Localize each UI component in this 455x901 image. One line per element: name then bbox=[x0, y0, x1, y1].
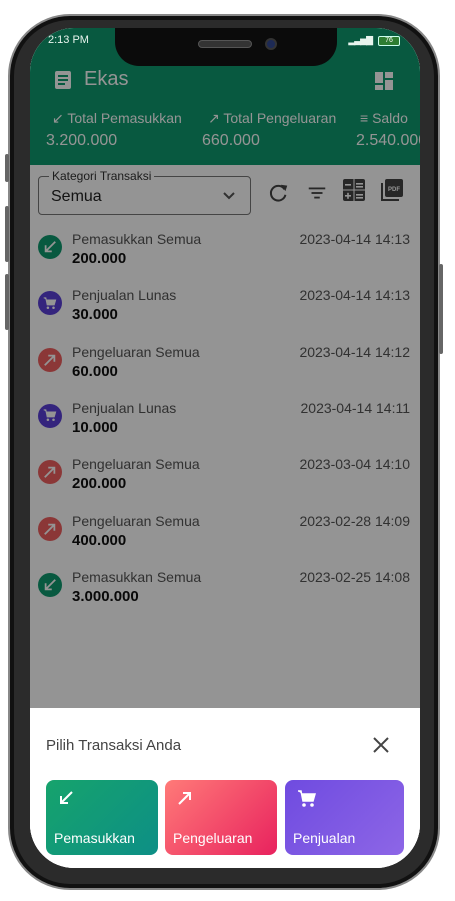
battery-icon: 76 bbox=[378, 36, 400, 46]
modal-backdrop[interactable] bbox=[30, 28, 420, 708]
mute-switch bbox=[5, 154, 9, 182]
volume-up-button bbox=[5, 206, 9, 262]
notch bbox=[115, 28, 337, 66]
arrow-down-left-icon bbox=[60, 791, 73, 804]
cart-icon bbox=[298, 790, 316, 807]
signal-icon: ▂▃▅▇ bbox=[348, 35, 373, 45]
speaker bbox=[198, 40, 252, 48]
sale-option-button[interactable]: Penjualan bbox=[285, 780, 404, 855]
sheet-title: Pilih Transaksi Anda bbox=[46, 737, 182, 754]
sale-option-label: Penjualan bbox=[293, 830, 356, 846]
status-time: 2:13 PM bbox=[48, 34, 89, 46]
front-camera bbox=[265, 38, 277, 50]
expense-option-button[interactable]: Pengeluaran bbox=[165, 780, 277, 855]
screen: 2:13 PM ▂▃▅▇ 76 Ekas ↙ Total Pemasukkan … bbox=[30, 28, 420, 868]
app-root: Ekas ↙ Total Pemasukkan 3.200.000 ↗ Tota… bbox=[30, 28, 420, 868]
income-option-label: Pemasukkan bbox=[54, 830, 135, 846]
volume-down-button bbox=[5, 274, 9, 330]
close-icon[interactable] bbox=[372, 736, 390, 754]
expense-option-label: Pengeluaran bbox=[173, 830, 253, 846]
transaction-type-sheet: Pilih Transaksi Anda Pemasukkan Pengelua… bbox=[30, 708, 420, 868]
power-button bbox=[439, 264, 443, 354]
arrow-up-right-icon bbox=[178, 792, 191, 805]
income-option-button[interactable]: Pemasukkan bbox=[46, 780, 158, 855]
